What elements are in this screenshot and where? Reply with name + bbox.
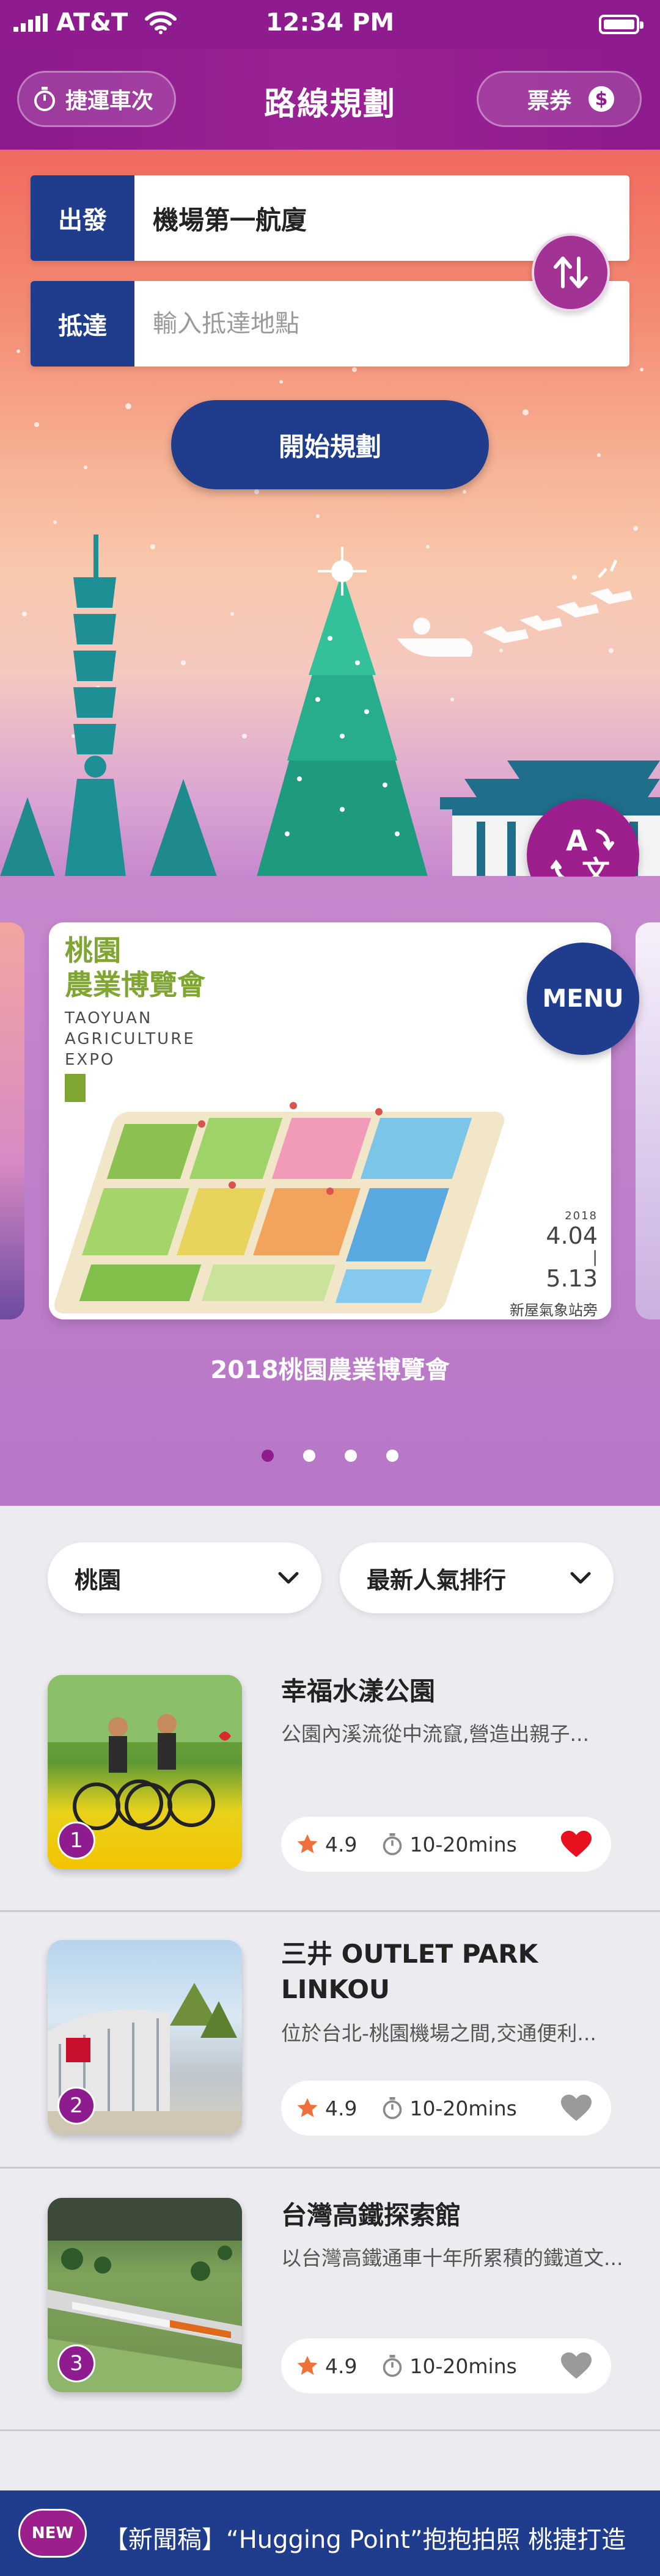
- place-list-item[interactable]: 2 三井 OUTLET PARK LINKOU 位於台北-桃園機場之間,交通便利…: [0, 1912, 660, 2169]
- origin-label: 出發: [31, 175, 134, 261]
- stopwatch-icon: [383, 2097, 402, 2119]
- translate-icon: A 文: [551, 824, 614, 877]
- visit-duration: 10-20mins: [409, 2354, 517, 2378]
- star-icon: [297, 2355, 318, 2375]
- star-icon: [297, 1834, 318, 1853]
- expo-year: 2018: [565, 1210, 598, 1222]
- carousel-dot[interactable]: [386, 1450, 398, 1462]
- swap-direction-button[interactable]: [532, 233, 610, 312]
- region-filter-value: 桃園: [75, 1566, 122, 1594]
- destination-label: 抵達: [31, 281, 134, 367]
- carousel-dot[interactable]: [303, 1450, 315, 1462]
- place-meta-bar: 4.9 10-20mins: [281, 2338, 611, 2393]
- place-list-item[interactable]: 1 幸福水漾公園 公園內溪流從中流竄,營造出親子... 4.9 10-20min…: [0, 1649, 660, 1912]
- place-name[interactable]: 台灣高鐵探索館: [281, 2198, 636, 2233]
- sort-filter-value: 最新人氣排行: [367, 1566, 507, 1594]
- stopwatch-icon: [383, 1833, 402, 1855]
- battery-icon: [599, 15, 644, 34]
- route-planner-hero: 出發 機場第一航廈 抵達 開始規劃 A 文: [0, 150, 660, 877]
- heart-outline-icon[interactable]: [560, 2352, 593, 2380]
- dollar-icon: $: [588, 86, 615, 112]
- news-ticker[interactable]: NEW 【新聞稿】“Hugging Point”抱抱拍照 桃捷打造: [0, 2490, 660, 2576]
- rank-badge: 3: [57, 2344, 95, 2382]
- rank-badge: 2: [57, 2087, 95, 2125]
- status-bar: AT&T 12:34 PM: [0, 0, 660, 49]
- place-name[interactable]: 三井 OUTLET PARK LINKOU: [281, 1936, 636, 2007]
- place-description: 位於台北-桃園機場之間,交通便利...: [281, 2021, 596, 2045]
- place-rating: 4.9: [325, 1832, 358, 1856]
- app-header: 捷運車次 路線規劃 票券 $: [0, 49, 660, 150]
- stopwatch-icon: [383, 2355, 402, 2377]
- clock-time: 12:34 PM: [265, 9, 395, 37]
- sort-filter-dropdown[interactable]: 最新人氣排行: [340, 1542, 614, 1613]
- place-description: 以台灣高鐵通車十年所累積的鐵道文...: [281, 2246, 623, 2270]
- translate-char-a: A: [566, 824, 588, 857]
- place-rating: 4.9: [325, 2354, 358, 2378]
- start-planning-button[interactable]: 開始規劃: [171, 400, 489, 489]
- expo-banner-card[interactable]: 桃園 農業博覽會 TAOYUAN AGRICULTURE EXPO 2018 4…: [49, 922, 611, 1319]
- rank-badge: 1: [57, 1822, 95, 1859]
- swap-arrows-icon: [554, 257, 588, 288]
- expo-start-date: 4.04: [546, 1222, 598, 1249]
- heart-outline-icon[interactable]: [560, 2094, 593, 2122]
- carousel-dot[interactable]: [262, 1450, 274, 1462]
- new-badge: NEW: [18, 2509, 87, 2558]
- heart-filled-icon[interactable]: [560, 1830, 593, 1858]
- expo-date-block: 2018 4.04 | 5.13 新屋氣象站旁: [510, 1210, 598, 1319]
- visit-duration: 10-20mins: [409, 1832, 517, 1856]
- translate-char-b: 文: [582, 855, 610, 877]
- visit-duration: 10-20mins: [409, 2096, 517, 2120]
- banner-carousel[interactable]: 桃園 農業博覽會 TAOYUAN AGRICULTURE EXPO 2018 4…: [0, 877, 660, 1506]
- place-meta-bar: 4.9 10-20mins: [281, 1817, 611, 1872]
- place-thumbnail[interactable]: 2: [48, 1940, 242, 2134]
- expo-location: 新屋氣象站旁: [510, 1302, 598, 1319]
- chevron-down-icon: [278, 1572, 299, 1584]
- expo-end-date: 5.13: [546, 1265, 598, 1292]
- place-thumbnail[interactable]: 1: [48, 1675, 242, 1869]
- place-name[interactable]: 幸福水漾公園: [281, 1674, 636, 1709]
- place-list-item[interactable]: 3 台灣高鐵探索館 以台灣高鐵通車十年所累積的鐵道文... 4.9 10-20m…: [0, 2169, 660, 2431]
- carousel-dot[interactable]: [345, 1450, 357, 1462]
- ticket-label: 票券: [527, 89, 572, 114]
- destination-input[interactable]: [153, 310, 629, 338]
- place-description: 公園內溪流從中流竄,營造出親子...: [281, 1722, 589, 1746]
- place-thumbnail[interactable]: 3: [48, 2198, 242, 2392]
- place-meta-bar: 4.9 10-20mins: [281, 2081, 611, 2136]
- chevron-down-icon: [570, 1572, 591, 1584]
- star-icon: [297, 2098, 318, 2117]
- carousel-pagination: [0, 1450, 660, 1462]
- expo-date-separator: |: [592, 1248, 598, 1266]
- menu-button[interactable]: MENU: [527, 943, 639, 1055]
- region-filter-dropdown[interactable]: 桃園: [48, 1542, 321, 1613]
- ticket-button[interactable]: 票券 $: [477, 71, 642, 127]
- news-headline[interactable]: 【新聞稿】“Hugging Point”抱抱拍照 桃捷打造: [104, 2520, 626, 2555]
- banner-caption: 2018桃園農業博覽會: [210, 1356, 450, 1384]
- place-rating: 4.9: [325, 2096, 358, 2120]
- previous-banner-peek[interactable]: [0, 922, 24, 1319]
- next-banner-peek[interactable]: [636, 922, 660, 1319]
